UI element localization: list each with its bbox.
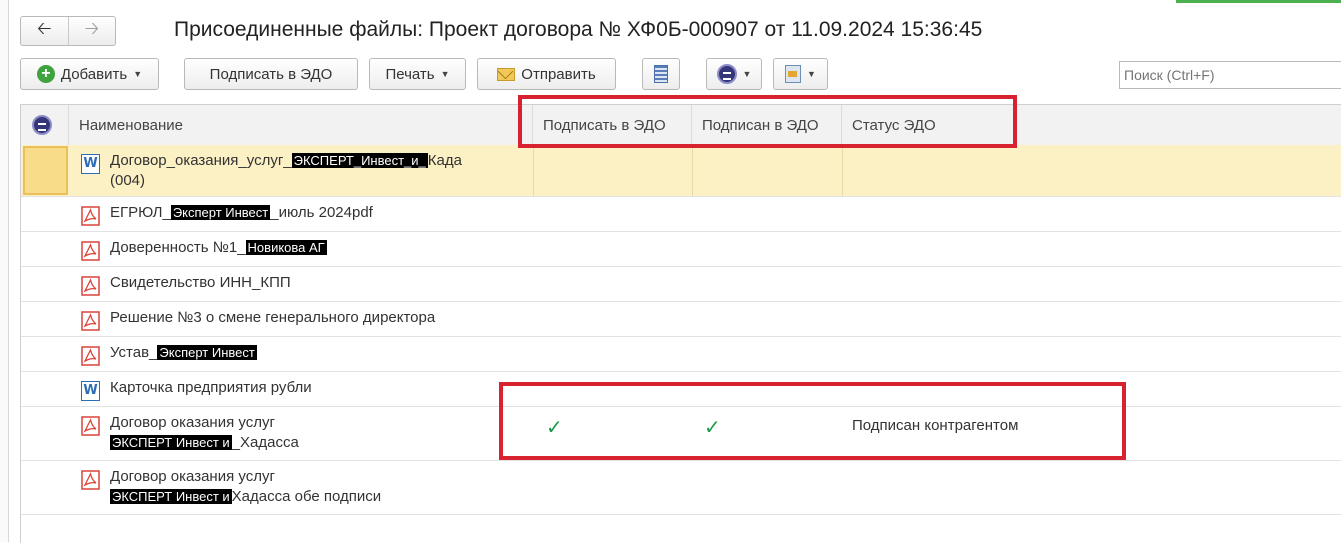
page-title: Присоединенные файлы: Проект договора № … [174, 18, 983, 41]
redacted-text: Новикова АГ [245, 240, 327, 255]
table-row[interactable]: ЕГРЮЛ_ Эксперт Инвест _июль 2024pdf [21, 197, 1341, 232]
redacted-text: Эксперт Инвест [157, 345, 257, 360]
header-edo-column[interactable] [21, 105, 69, 145]
column-header-name[interactable]: Наименование [69, 105, 533, 145]
file-name: Договор оказания услуг ЭКСПЕРТ Инвест и _… [110, 414, 299, 451]
file-name: Решение №3 о смене генерального директор… [110, 309, 436, 326]
envelope-icon [497, 67, 516, 81]
pdf-file-icon [81, 416, 100, 436]
redacted-text: ЭКСПЕРТ_Инвест_и_ [291, 153, 428, 168]
table-row[interactable]: W Договор_оказания_услуг_ ЭКСПЕРТ_Инвест_… [21, 145, 1341, 197]
redacted-text: ЭКСПЕРТ Инвест и [110, 489, 232, 504]
file-name: Карточка предприятия рубли [110, 379, 312, 396]
file-name: Договор оказания услуг ЭКСПЕРТ Инвест иХ… [110, 468, 382, 505]
attachments-table: Наименование Подписать в ЭДО Подписан в … [20, 104, 1341, 543]
word-file-icon: W [81, 154, 100, 174]
print-button-label: Печать [385, 65, 435, 83]
pdf-file-icon [81, 241, 100, 261]
file-name: Договор_оказания_услуг_ ЭКСПЕРТ_Инвест_и_… [110, 152, 462, 189]
pdf-file-icon [81, 346, 100, 366]
edo-icon [716, 64, 737, 84]
table-row[interactable]: Договор оказания услуг ЭКСПЕРТ Инвест иХ… [21, 461, 1341, 515]
pdf-file-icon [81, 206, 100, 226]
table-row[interactable]: Доверенность №1_ Новикова АГ [21, 232, 1341, 267]
send-button[interactable]: Отправить [477, 58, 616, 90]
forward-arrow-icon[interactable]: 🡢 [67, 17, 116, 45]
print-button[interactable]: Печать ▼ [369, 58, 466, 90]
navigation-buttons: 🡠 🡢 [20, 16, 116, 46]
redacted-text: ЭКСПЕРТ Инвест и [110, 435, 232, 450]
send-button-label: Отправить [521, 65, 596, 83]
list-icon [654, 65, 668, 83]
active-window-indicator [1176, 0, 1341, 3]
pdf-file-icon [81, 470, 100, 490]
chevron-down-icon: ▼ [440, 69, 450, 79]
pdf-file-icon [81, 311, 100, 331]
search-input[interactable] [1119, 61, 1341, 89]
table-row[interactable]: Решение №3 о смене генерального директор… [21, 302, 1341, 337]
add-button[interactable]: + Добавить ▼ [20, 58, 159, 90]
file-icon [785, 65, 802, 83]
file-name: Устав_ Эксперт Инвест [110, 344, 257, 361]
add-button-label: Добавить [60, 65, 128, 83]
edo-menu-button[interactable]: ▼ [706, 58, 762, 90]
file-actions-button[interactable]: ▼ [773, 58, 828, 90]
file-name: ЕГРЮЛ_ Эксперт Инвест _июль 2024pdf [110, 204, 373, 221]
redacted-text: Эксперт Инвест [170, 205, 271, 220]
row-columns [533, 145, 1341, 196]
file-name: Доверенность №1_ Новикова АГ [110, 239, 327, 256]
chevron-down-icon: ▼ [133, 69, 143, 79]
sign-edo-button[interactable]: Подписать в ЭДО [184, 58, 358, 90]
edo-icon [32, 115, 52, 135]
list-view-button[interactable] [642, 58, 680, 90]
word-file-icon: W [81, 381, 100, 401]
table-row[interactable]: Устав_ Эксперт Инвест [21, 337, 1341, 372]
row-marker [23, 146, 68, 195]
chevron-down-icon: ▼ [742, 69, 752, 79]
back-arrow-icon[interactable]: 🡠 [21, 17, 68, 45]
pdf-file-icon [81, 276, 100, 296]
file-name: Свидетельство ИНН_КПП [110, 274, 291, 291]
left-panel-edge [0, 0, 9, 542]
highlight-box-edo-columns [518, 95, 1017, 148]
table-row[interactable]: Свидетельство ИНН_КПП [21, 267, 1341, 302]
chevron-down-icon: ▼ [807, 69, 816, 79]
sign-edo-button-label: Подписать в ЭДО [209, 65, 333, 83]
highlight-box-signed-row [499, 382, 1126, 460]
add-icon: + [36, 65, 55, 83]
